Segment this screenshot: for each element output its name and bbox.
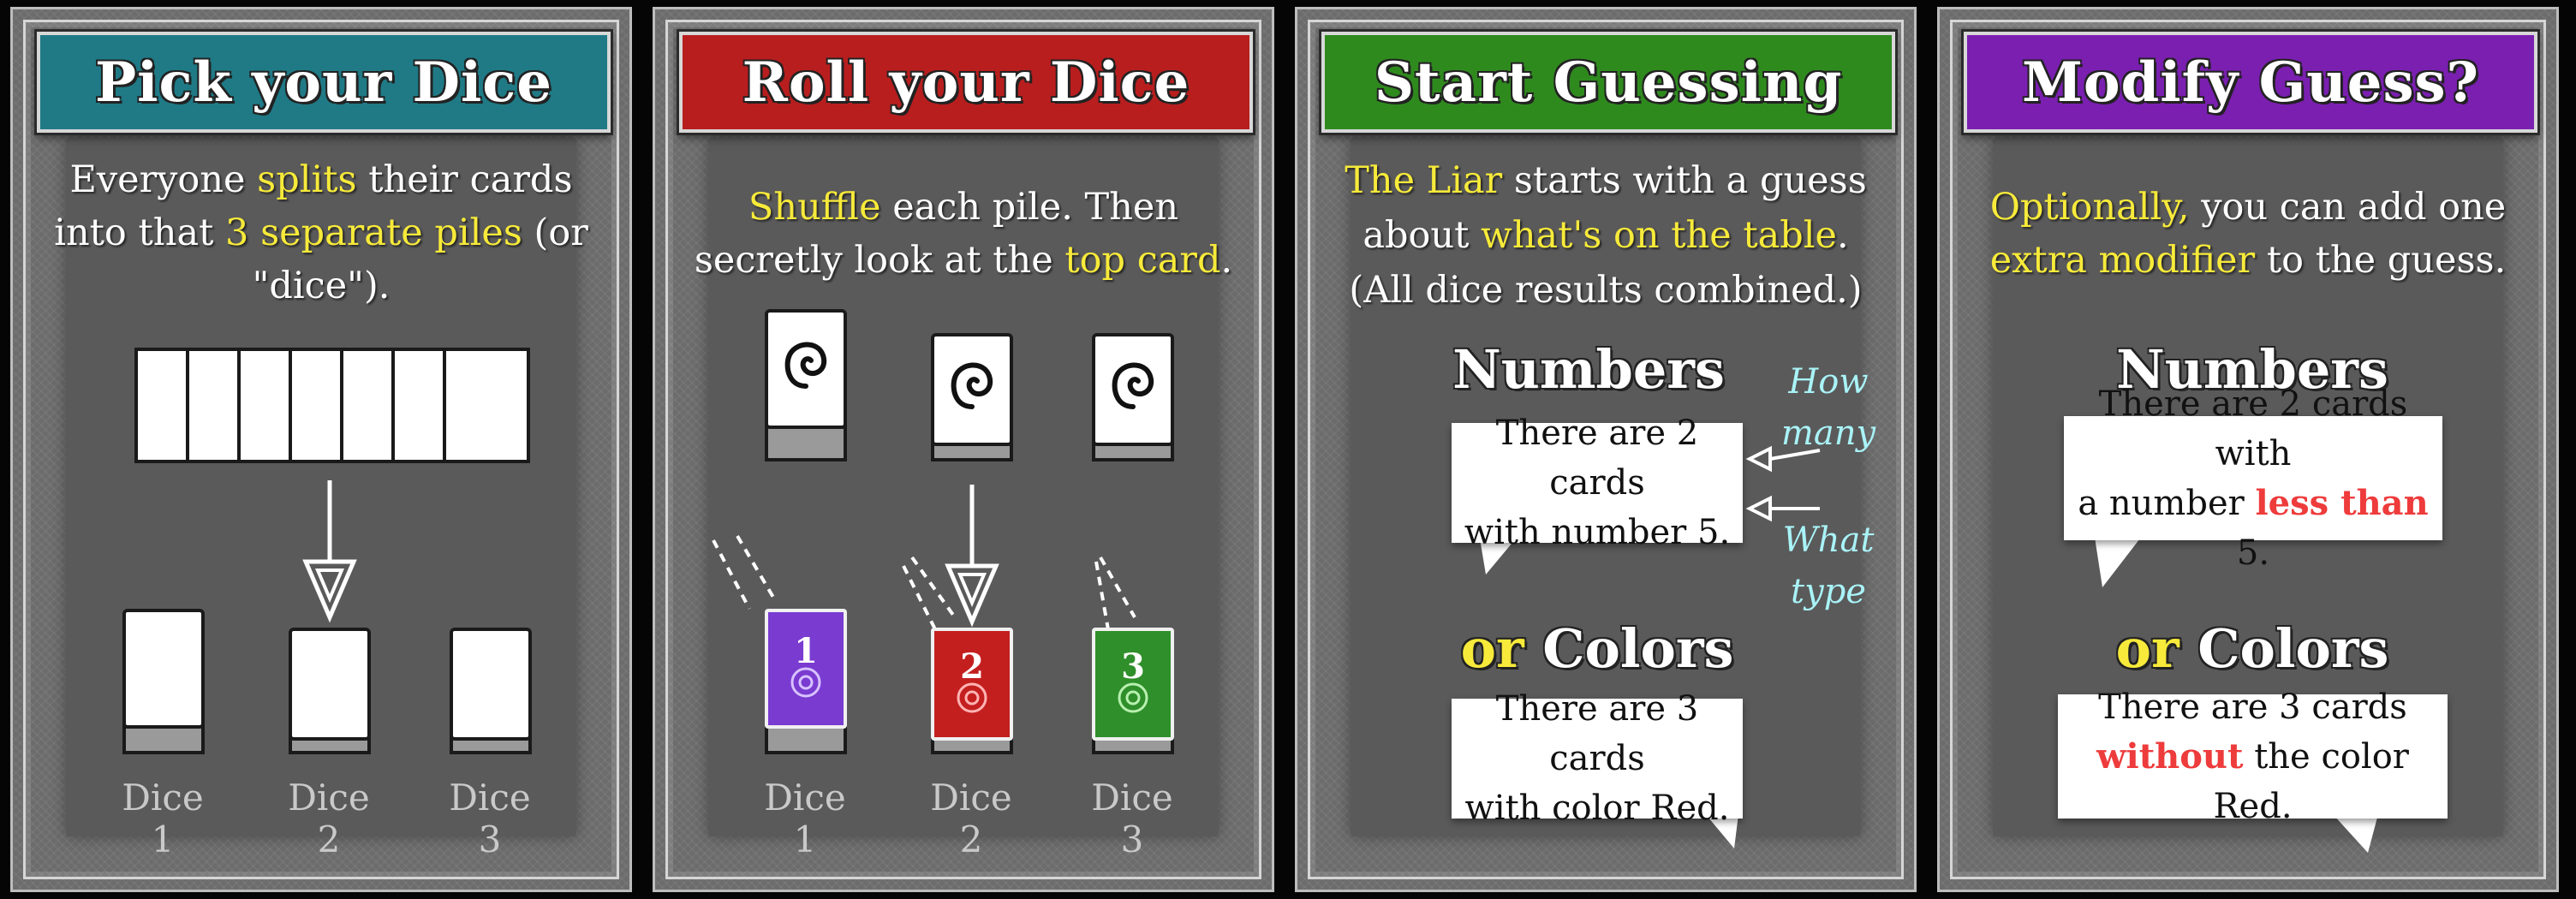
- text-segment: into that: [54, 211, 226, 254]
- text-segment: Everyone: [69, 158, 258, 201]
- heading-colors: or Colors: [2025, 617, 2479, 680]
- panel-title: Pick your Dice: [95, 50, 552, 115]
- dice-label: Dice 3: [1091, 777, 1173, 860]
- sun-emblem-icon: [1118, 682, 1148, 713]
- sun-emblem-icon: [790, 667, 821, 698]
- heading-or: or: [1460, 617, 1524, 680]
- bubble-text: a number: [2078, 483, 2256, 523]
- bubble-text: the color Red.: [2213, 736, 2409, 826]
- note-text: type: [1791, 572, 1866, 611]
- down-arrow-icon: [302, 480, 357, 623]
- text-segment: their cards: [356, 158, 573, 201]
- title-banner: Pick your Dice: [37, 32, 611, 133]
- text-segment: "dice").: [252, 265, 391, 307]
- text-segment: (or: [522, 211, 588, 254]
- bubble-text: There are 3 cards: [1495, 689, 1699, 778]
- bubble-text: with number 5.: [1464, 513, 1731, 552]
- dice-label: Dice 1: [764, 777, 846, 860]
- note-how-many: How many: [1777, 356, 1880, 459]
- card-face: [443, 348, 530, 463]
- bubble-text: There are 2 cards: [1495, 414, 1699, 503]
- green-card: 3: [1092, 628, 1174, 741]
- heading-colors-text: Colors: [2179, 617, 2389, 680]
- instruction-text: Everyone splits their cards into that 3 …: [47, 153, 595, 313]
- guess-bubble-colors: There are 3 cards with color Red.: [1452, 689, 1743, 828]
- bubble-text: There are 2 cards with: [2098, 384, 2408, 473]
- card-face: [289, 628, 371, 741]
- card-face: [450, 628, 532, 741]
- modifier-text: less than: [2255, 482, 2429, 523]
- note-text: How: [1788, 362, 1869, 402]
- highlight-text: 3 separate piles: [225, 211, 522, 254]
- note-text: What: [1782, 521, 1875, 560]
- dice-label: Dice 3: [449, 777, 531, 860]
- panel-start-guessing: Start Guessing The Liar starts with a gu…: [1295, 7, 1917, 892]
- note-what-type: What type: [1777, 515, 1880, 617]
- guess-bubble-numbers: There are 2 cards with number 5.: [1452, 414, 1743, 552]
- card-face: [122, 609, 205, 729]
- highlight-text: splits: [257, 158, 357, 201]
- dice-label: Dice 2: [930, 777, 1012, 860]
- heading-or: or: [2115, 617, 2179, 680]
- peek-lines: [712, 534, 1136, 635]
- red-card: 2: [931, 628, 1013, 741]
- heading-colors: or Colors: [1383, 617, 1811, 680]
- bubble-text: with color Red.: [1464, 789, 1730, 828]
- sun-emblem-icon: [957, 682, 987, 713]
- purple-card: 1: [765, 609, 847, 729]
- heading-colors-text: Colors: [1524, 617, 1734, 680]
- bubble-text: 5.: [2236, 533, 2270, 573]
- guess-bubble-numbers: There are 2 cards with a number less tha…: [2064, 384, 2442, 573]
- dice-label: Dice 2: [288, 777, 370, 860]
- panel-modify-guess: Modify Guess? Optionally, you can add on…: [1937, 7, 2559, 892]
- panel-pick-dice: Pick your Dice Everyone splits their car…: [10, 7, 632, 892]
- dice-label: Dice 1: [122, 777, 204, 860]
- note-text: many: [1780, 414, 1876, 453]
- panel-roll-dice: Roll your Dice Shuffle each pile. Then s…: [653, 7, 1274, 892]
- modifier-text: without: [2096, 735, 2244, 777]
- bubble-text: There are 3 cards: [2098, 687, 2407, 727]
- guess-bubble-colors: There are 3 cards without the color Red.: [2058, 688, 2448, 826]
